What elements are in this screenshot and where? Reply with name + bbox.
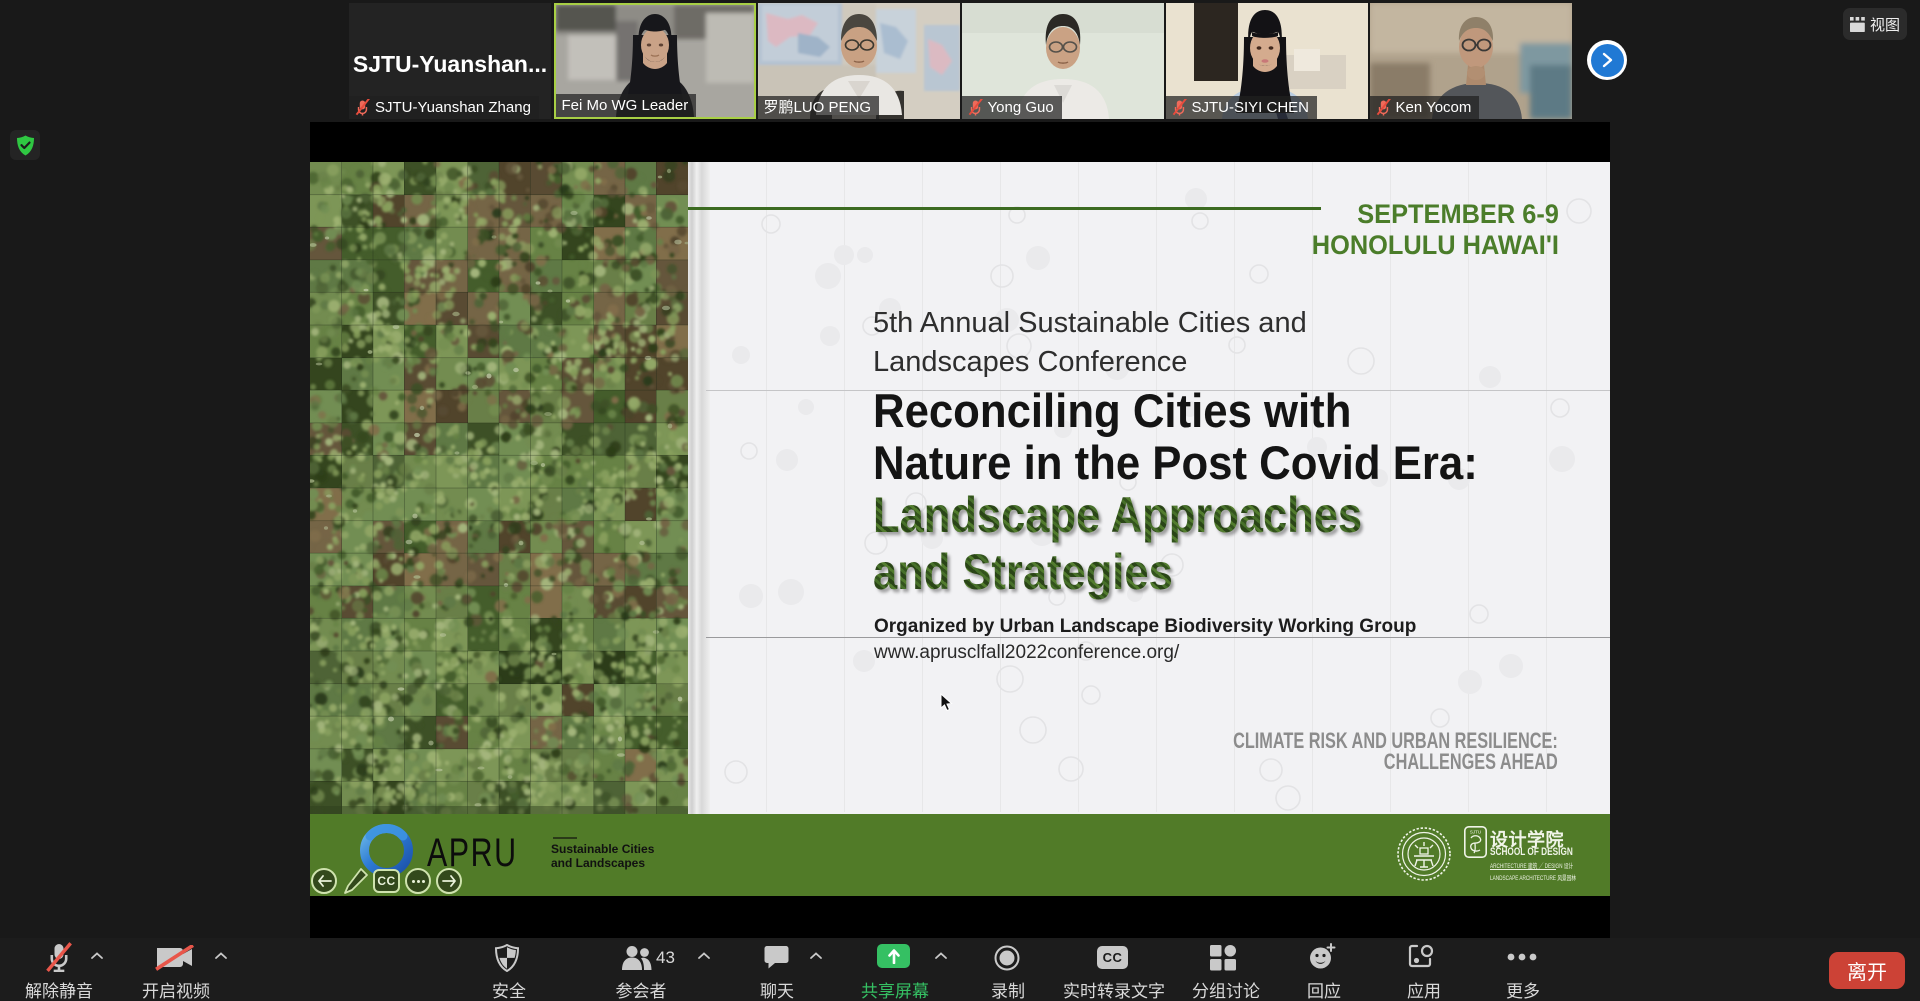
- svg-text:SJTU: SJTU: [1470, 830, 1481, 835]
